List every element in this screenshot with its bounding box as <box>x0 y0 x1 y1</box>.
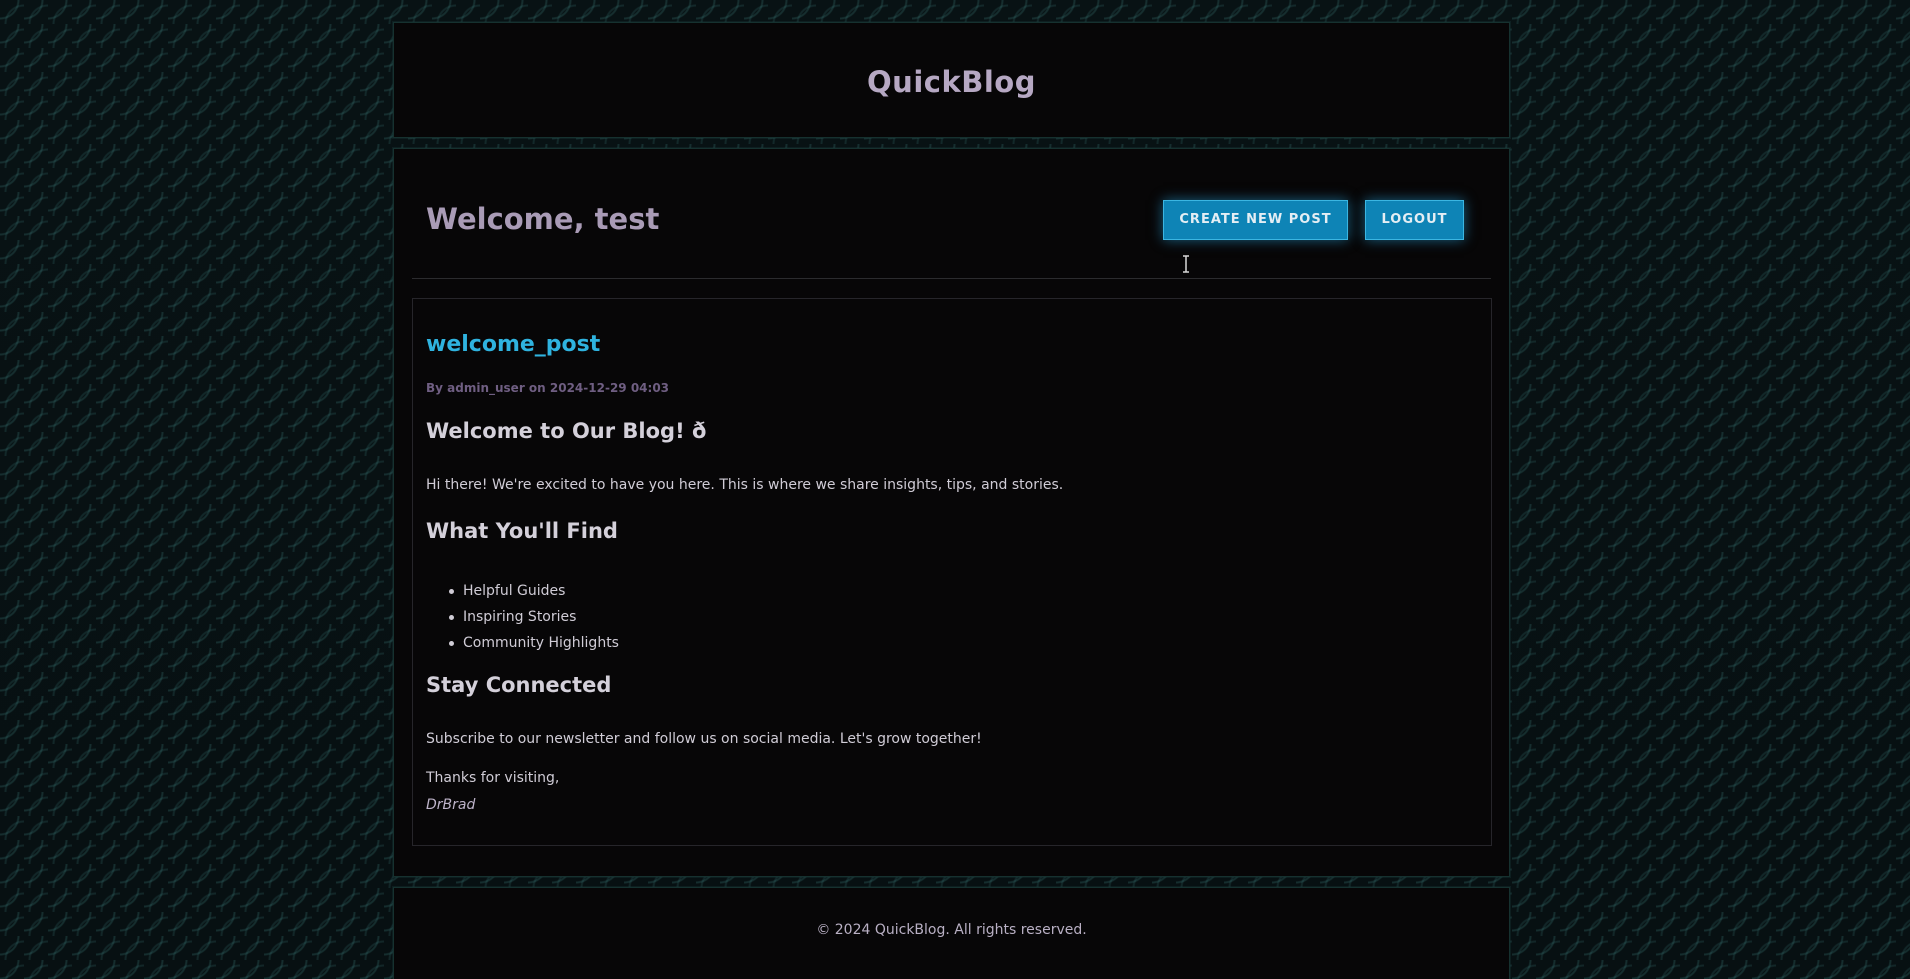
post-heading-connected: Stay Connected <box>426 673 612 697</box>
create-new-post-button[interactable]: CREATE NEW POST <box>1163 200 1348 240</box>
post-heading-welcome: Welcome to Our Blog! ð <box>426 419 707 443</box>
logout-button[interactable]: LOGOUT <box>1365 200 1464 240</box>
post-subscribe: Subscribe to our newsletter and follow u… <box>426 731 982 747</box>
site-footer: © 2024 QuickBlog. All rights reserved. <box>393 887 1510 979</box>
post-card: welcome_post By admin_user on 2024-12-29… <box>412 298 1492 846</box>
post-thanks: Thanks for visiting, <box>426 770 560 786</box>
list-item: Inspiring Stories <box>449 604 619 630</box>
divider <box>412 278 1491 279</box>
post-intro: Hi there! We're excited to have you here… <box>426 477 1064 493</box>
post-title-link[interactable]: welcome_post <box>426 332 600 357</box>
text-cursor-icon <box>1183 255 1189 273</box>
list-item: Community Highlights <box>449 630 619 656</box>
post-heading-find: What You'll Find <box>426 519 618 543</box>
list-item: Helpful Guides <box>449 578 619 604</box>
site-title: QuickBlog <box>867 65 1036 99</box>
site-header: QuickBlog <box>393 22 1510 138</box>
main-panel: Welcome, test CREATE NEW POST LOGOUT wel… <box>393 148 1510 877</box>
footer-copyright: © 2024 QuickBlog. All rights reserved. <box>816 922 1087 938</box>
welcome-heading: Welcome, test <box>426 202 660 236</box>
post-meta: By admin_user on 2024-12-29 04:03 <box>426 381 670 395</box>
post-signature: DrBrad <box>426 797 476 813</box>
post-list: Helpful Guides Inspiring Stories Communi… <box>449 578 619 656</box>
